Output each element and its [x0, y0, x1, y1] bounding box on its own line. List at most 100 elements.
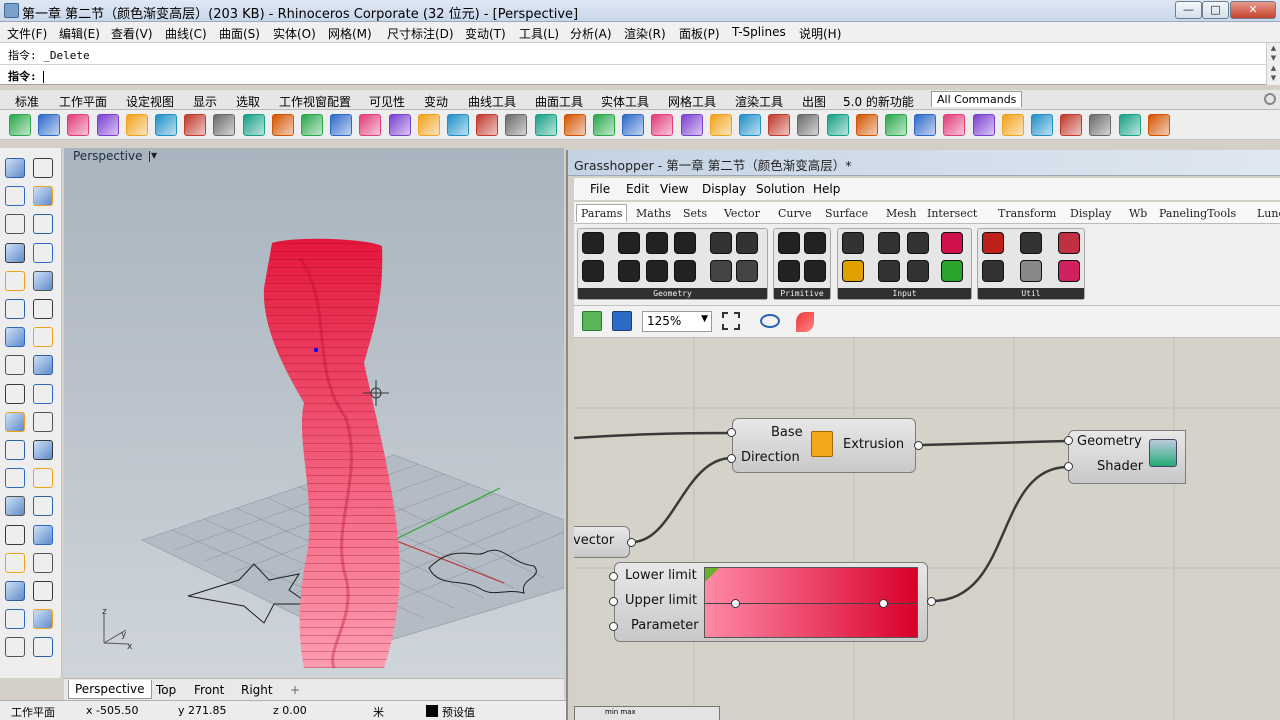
cage-icon[interactable]: [855, 114, 878, 136]
gradient-grip-left[interactable]: [731, 599, 740, 608]
menu-transform[interactable]: 变动(T): [465, 25, 506, 42]
text-param-icon[interactable]: [804, 260, 826, 282]
gradient-component[interactable]: Lower limit Upper limit Parameter: [614, 562, 928, 642]
gear-icon[interactable]: [1147, 114, 1170, 136]
minimize-button[interactable]: —: [1175, 1, 1202, 19]
group-param-icon[interactable]: [710, 260, 732, 282]
select-arrow-icon[interactable]: [5, 158, 25, 178]
status-cplane[interactable]: 工作平面: [11, 704, 55, 720]
dome-icon[interactable]: [914, 114, 937, 136]
brep-param-icon[interactable]: [710, 232, 732, 254]
tab-select[interactable]: 选取: [236, 93, 260, 110]
extrude-component[interactable]: Base Direction Extrusion: [732, 418, 916, 473]
save-file-icon[interactable]: [612, 311, 632, 331]
bend-icon[interactable]: [739, 114, 761, 136]
gradient-color-bar[interactable]: [704, 567, 918, 638]
partial-bottom-component[interactable]: min max: [574, 706, 720, 720]
circle-icon[interactable]: [5, 214, 25, 235]
geometry-param-icon[interactable]: [736, 260, 758, 282]
extrude-output[interactable]: Extrusion: [843, 437, 904, 452]
ellipse-icon[interactable]: [33, 214, 53, 235]
gradient-upper-grip[interactable]: [609, 597, 618, 606]
point-icon[interactable]: [33, 158, 53, 178]
arc-icon[interactable]: [184, 114, 207, 136]
button-icon[interactable]: [878, 260, 900, 282]
tab-transform[interactable]: 变动: [424, 93, 448, 110]
fillet-icon[interactable]: [33, 270, 53, 291]
preview-shader-grip[interactable]: [1064, 462, 1073, 471]
split-icon[interactable]: [1089, 114, 1112, 136]
frame-icon[interactable]: [388, 114, 411, 136]
zoom-extents-icon[interactable]: [722, 312, 740, 330]
sphere-icon[interactable]: [33, 327, 53, 348]
tab-all-commands[interactable]: All Commands: [931, 91, 1023, 107]
gradient-lower-limit-input[interactable]: Lower limit: [625, 568, 697, 583]
menu-render[interactable]: 渲染(R): [624, 25, 666, 42]
tab-surface-tools[interactable]: 曲面工具: [535, 93, 583, 110]
light-icon[interactable]: [33, 637, 53, 658]
array-icon[interactable]: [33, 524, 53, 545]
menu-view[interactable]: 查看(V): [111, 25, 153, 42]
gh-tab-vector[interactable]: Vector: [724, 207, 760, 220]
spiral-icon[interactable]: [943, 114, 966, 136]
power-icon[interactable]: [9, 114, 31, 136]
gh-menu-help[interactable]: Help: [813, 182, 840, 196]
gh-tab-intersect[interactable]: Intersect: [927, 207, 977, 220]
polyline-icon[interactable]: [5, 186, 25, 207]
extrude-output-grip[interactable]: [914, 441, 923, 450]
cube-icon[interactable]: [38, 114, 61, 136]
menu-help[interactable]: 说明(H): [799, 25, 841, 42]
box-icon[interactable]: [5, 327, 25, 348]
net-icon[interactable]: [1001, 114, 1024, 136]
line-param-icon[interactable]: [618, 260, 640, 282]
surface-param-icon[interactable]: [674, 232, 696, 254]
rail-icon[interactable]: [826, 114, 849, 136]
layer-icon[interactable]: [5, 552, 25, 573]
curl-icon[interactable]: [447, 114, 469, 136]
viewtab-add-button[interactable]: +: [290, 683, 300, 697]
box2-icon[interactable]: [417, 114, 440, 136]
knit-icon[interactable]: [709, 114, 732, 136]
gh-menu-file[interactable]: File: [590, 182, 610, 196]
vector-output-grip[interactable]: [627, 538, 636, 547]
menu-tsplines[interactable]: T-Splines: [732, 25, 786, 39]
gh-tab-panelingtools[interactable]: PanelingTools: [1159, 207, 1236, 220]
box-param-icon[interactable]: [674, 260, 696, 282]
render-icon[interactable]: [33, 552, 53, 573]
zoom-select[interactable]: 125% ▼: [642, 311, 712, 332]
preview-geometry-input[interactable]: Geometry: [1077, 434, 1142, 449]
gh-tab-display[interactable]: Display: [1070, 207, 1111, 220]
gh-tab-transform[interactable]: Transform: [998, 207, 1056, 220]
loft-icon[interactable]: [885, 114, 907, 136]
arrow-right-icon[interactable]: [1020, 232, 1042, 254]
gh-tab-params[interactable]: Params: [576, 204, 628, 222]
gh-menu-edit[interactable]: Edit: [626, 182, 649, 196]
move-icon[interactable]: [5, 411, 25, 432]
slider-icon[interactable]: [907, 232, 929, 254]
boolean-icon[interactable]: [5, 440, 25, 460]
gear-icon[interactable]: [1264, 93, 1276, 105]
group-icon[interactable]: [33, 440, 53, 460]
menu-panels[interactable]: 面板(P): [679, 25, 720, 42]
menu-file[interactable]: 文件(F): [7, 25, 47, 42]
toggle-icon[interactable]: [878, 232, 900, 254]
arc-icon[interactable]: [5, 242, 25, 263]
check-icon[interactable]: [33, 609, 53, 630]
curve-icon[interactable]: [96, 114, 119, 136]
command-scrollbar[interactable]: ▲ ▼ ▲ ▼: [1266, 43, 1280, 85]
preview-geometry-grip[interactable]: [1064, 436, 1073, 445]
command-prompt[interactable]: 指令:: [8, 68, 45, 84]
custom-preview-component[interactable]: Geometry Shader: [1068, 430, 1186, 484]
tab-mesh-tools[interactable]: 网格工具: [668, 93, 716, 110]
analyze-icon[interactable]: [5, 609, 25, 630]
text-icon[interactable]: [5, 496, 25, 517]
tab-new-in-v5[interactable]: 5.0 的新功能: [843, 93, 914, 110]
scale-icon[interactable]: [33, 411, 53, 432]
tab-standard[interactable]: 标准: [15, 93, 39, 110]
dimension-icon[interactable]: [33, 496, 53, 517]
cap-icon[interactable]: [1118, 114, 1141, 136]
cage-edit-icon[interactable]: [33, 581, 53, 601]
box-icon[interactable]: [155, 114, 177, 136]
integer-param-icon[interactable]: [778, 260, 800, 282]
menu-edit[interactable]: 编辑(E): [59, 25, 100, 42]
